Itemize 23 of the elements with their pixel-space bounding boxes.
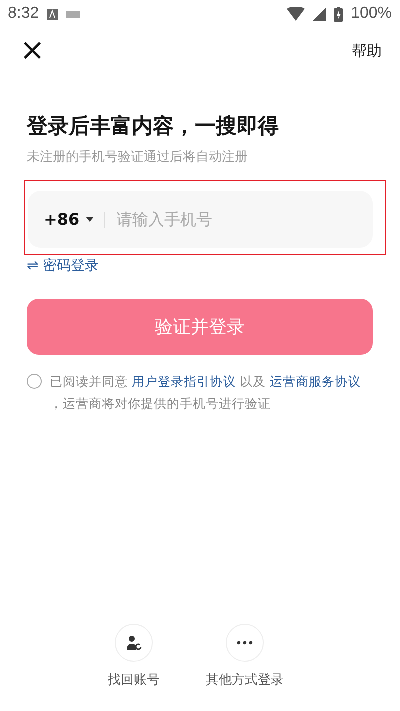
phone-field[interactable]: +86 请输入手机号 xyxy=(28,191,373,248)
keyboard-icon xyxy=(66,10,80,18)
notification-icon xyxy=(47,8,58,20)
status-time: 8:32 xyxy=(8,5,40,23)
more-icon xyxy=(237,641,253,645)
page-title: 登录后丰富内容，一搜即得 xyxy=(27,113,280,140)
agreement-link[interactable]: 用户登录指引协议 xyxy=(132,374,236,389)
agreement-text: 已阅读并同意 用户登录指引协议 以及 运营商服务协议 ，运营商将对你提供的手机号进行验证 xyxy=(50,373,362,413)
help-button[interactable]: 帮助 xyxy=(352,42,382,60)
wifi-icon xyxy=(287,7,306,21)
battery-percent: 100% xyxy=(351,5,392,23)
battery-icon xyxy=(334,6,344,22)
agree-radio[interactable] xyxy=(27,374,42,389)
password-login-link[interactable]: ⇌ 密码登录 xyxy=(27,257,100,275)
caret-icon xyxy=(86,217,94,222)
login-option[interactable]: 找回账号 xyxy=(108,624,160,689)
close-button[interactable]: × xyxy=(20,36,46,66)
signal-icon xyxy=(313,8,326,20)
agreement-link[interactable]: 运营商服务协议 xyxy=(270,374,361,389)
subtitle: 未注册的手机号验证通过后将自动注册 xyxy=(27,149,249,166)
user-refresh-icon xyxy=(126,635,142,651)
country-code-selector[interactable]: +86 xyxy=(44,210,94,229)
login-option[interactable]: 其他方式登录 xyxy=(206,624,284,689)
